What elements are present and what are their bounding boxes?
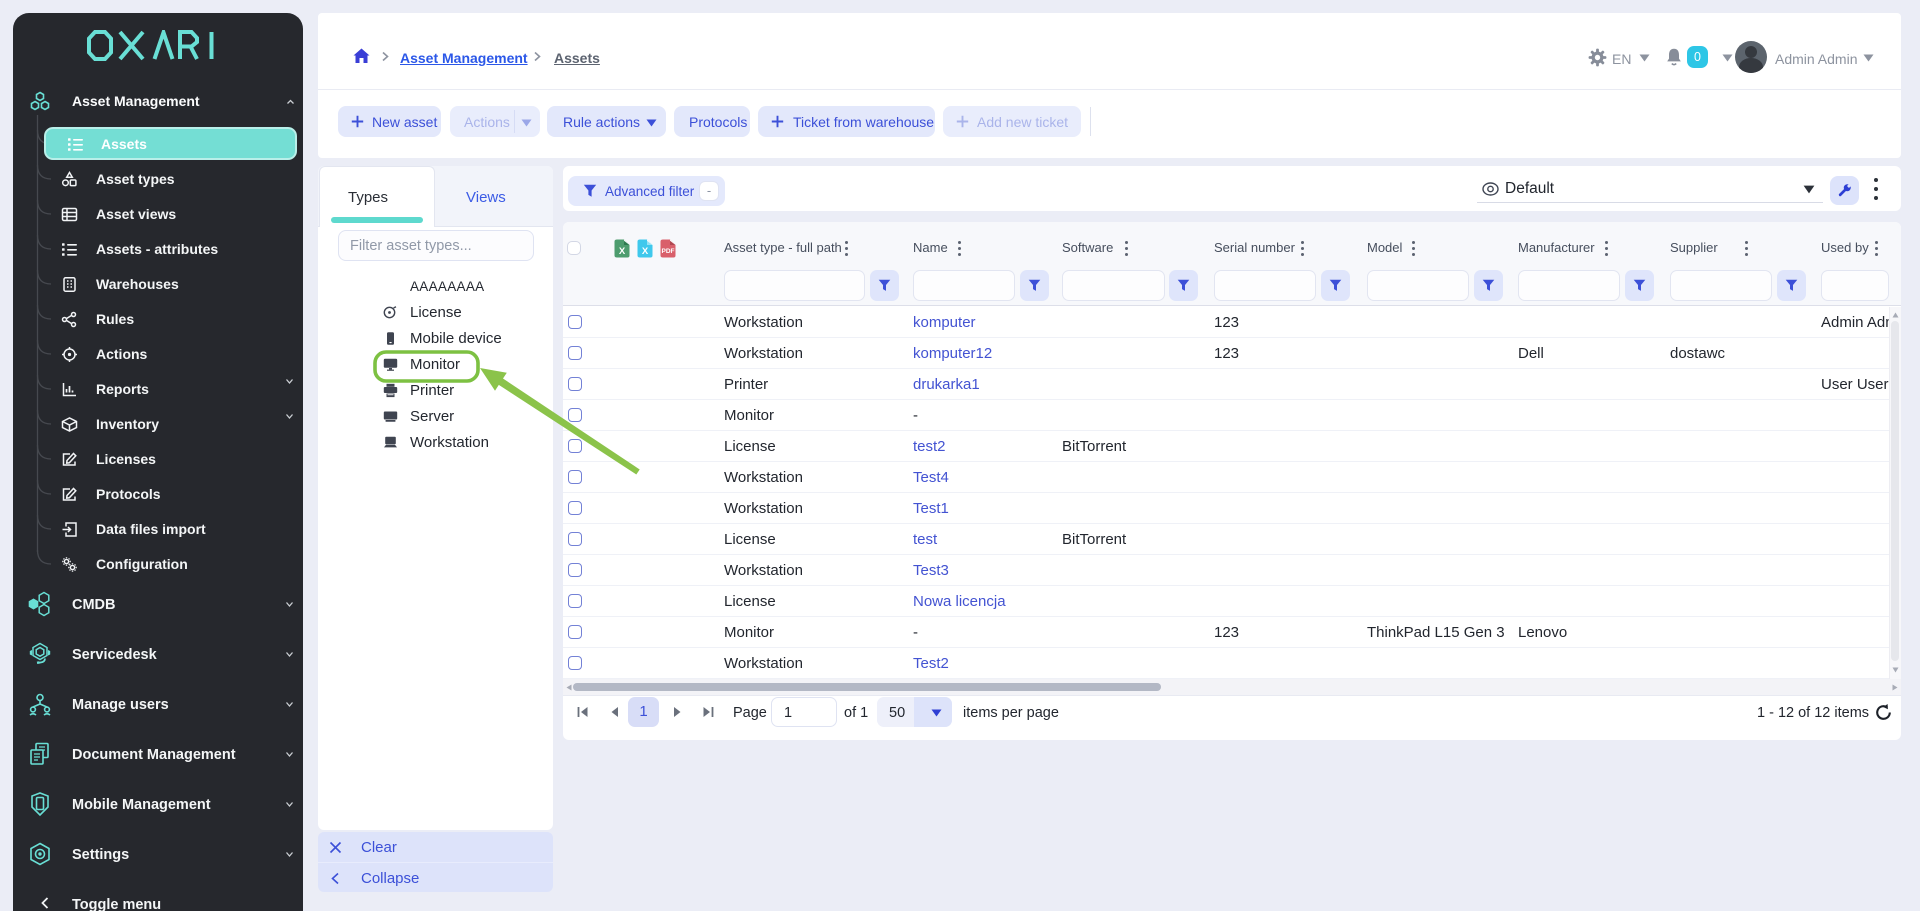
svg-text:PDF: PDF: [662, 248, 675, 255]
svg-text:X: X: [619, 246, 626, 257]
svg-text:X: X: [642, 246, 649, 257]
